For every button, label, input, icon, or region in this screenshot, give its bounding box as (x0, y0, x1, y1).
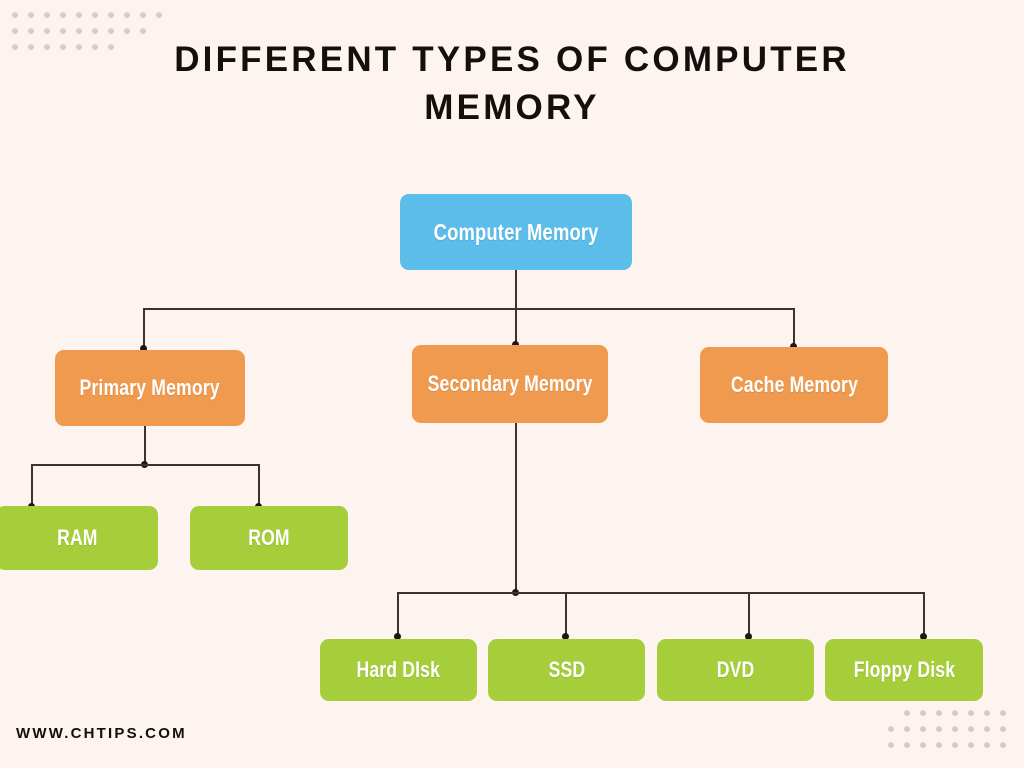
dot (968, 710, 974, 716)
dot (44, 12, 50, 18)
node-primary-memory[interactable]: Primary Memory (55, 350, 245, 426)
node-rom-label: ROM (248, 525, 290, 550)
dot (936, 726, 942, 732)
connector-drop-primary (143, 308, 145, 350)
dot (92, 12, 98, 18)
connector-root-stem (515, 270, 517, 309)
dot (28, 44, 34, 50)
dot (60, 12, 66, 18)
dot (124, 28, 130, 34)
connector-drop-cache (793, 308, 795, 347)
connector-secondary-stem (515, 423, 517, 593)
dot (44, 44, 50, 50)
dot (140, 28, 146, 34)
dot (1000, 710, 1006, 716)
node-secondary-memory[interactable]: Secondary Memory (412, 345, 608, 423)
dot-row (12, 12, 162, 18)
connector-drop-secondary (515, 308, 517, 345)
dot (28, 12, 34, 18)
dot (968, 742, 974, 748)
node-computer-memory[interactable]: Computer Memory (400, 194, 632, 270)
dot (920, 742, 926, 748)
dot-row (12, 44, 114, 50)
node-ram-label: RAM (56, 525, 98, 550)
dot (76, 12, 82, 18)
node-secondary-memory-label: Secondary Memory (427, 371, 593, 396)
dot (904, 742, 910, 748)
dot (904, 726, 910, 732)
page-title: DIFFERENT TYPES OF COMPUTER MEMORY (174, 40, 850, 127)
connector-level1-bus (143, 308, 794, 310)
connector-drop-floppy-disk (923, 592, 925, 637)
dot (952, 726, 958, 732)
dot (968, 726, 974, 732)
node-cache-memory-label: Cache Memory (730, 372, 858, 397)
node-hard-disk-label: Hard DIsk (356, 657, 441, 682)
dot-row (888, 742, 1006, 748)
dot (124, 12, 130, 18)
dot (952, 710, 958, 716)
node-hard-disk[interactable]: Hard DIsk (320, 639, 477, 701)
dot (60, 28, 66, 34)
node-floppy-disk-label: Floppy Disk (853, 657, 955, 682)
dot (1000, 742, 1006, 748)
dot (28, 28, 34, 34)
dot (108, 12, 114, 18)
connector-drop-rom (258, 464, 260, 507)
dot (140, 12, 146, 18)
connector-drop-ram (31, 464, 33, 507)
dot-row (888, 726, 1006, 732)
node-computer-memory-label: Computer Memory (433, 218, 599, 245)
dot (936, 742, 942, 748)
dot (92, 28, 98, 34)
dot (1000, 726, 1006, 732)
dot (12, 44, 18, 50)
dot (108, 28, 114, 34)
node-ram[interactable]: RAM (0, 506, 158, 570)
dot (76, 28, 82, 34)
dot (60, 44, 66, 50)
connector-secondary-bus (397, 592, 925, 594)
dot (984, 710, 990, 716)
connector-primary-bus (31, 464, 259, 466)
connector-drop-dvd (748, 592, 750, 637)
node-ssd-label: SSD (548, 657, 585, 682)
dot (92, 44, 98, 50)
node-cache-memory[interactable]: Cache Memory (700, 347, 888, 423)
node-dvd-label: DVD (716, 657, 755, 682)
footer-website-url: WWW.CHTIPS.COM (16, 725, 187, 742)
connector-drop-ssd (565, 592, 567, 637)
dot (12, 28, 18, 34)
dot (904, 710, 910, 716)
dot (888, 726, 894, 732)
dot (984, 726, 990, 732)
dot-grid-bottom-right-icon (888, 710, 1006, 748)
dot-row (904, 710, 1006, 716)
node-floppy-disk[interactable]: Floppy Disk (825, 639, 983, 701)
dot (76, 44, 82, 50)
node-ssd[interactable]: SSD (488, 639, 645, 701)
dot (920, 726, 926, 732)
connector-primary-stem (144, 426, 146, 465)
dot (888, 742, 894, 748)
node-primary-memory-label: Primary Memory (79, 375, 221, 400)
diagram-canvas: DIFFERENT TYPES OF COMPUTER MEMORY Compu… (0, 0, 1024, 768)
dot (984, 742, 990, 748)
dot (952, 742, 958, 748)
node-rom[interactable]: ROM (190, 506, 348, 570)
connector-drop-hard-disk (397, 592, 399, 637)
dot-row (12, 28, 146, 34)
dot (44, 28, 50, 34)
dot (936, 710, 942, 716)
dot (920, 710, 926, 716)
dot (12, 12, 18, 18)
node-dvd[interactable]: DVD (657, 639, 814, 701)
dot (156, 12, 162, 18)
